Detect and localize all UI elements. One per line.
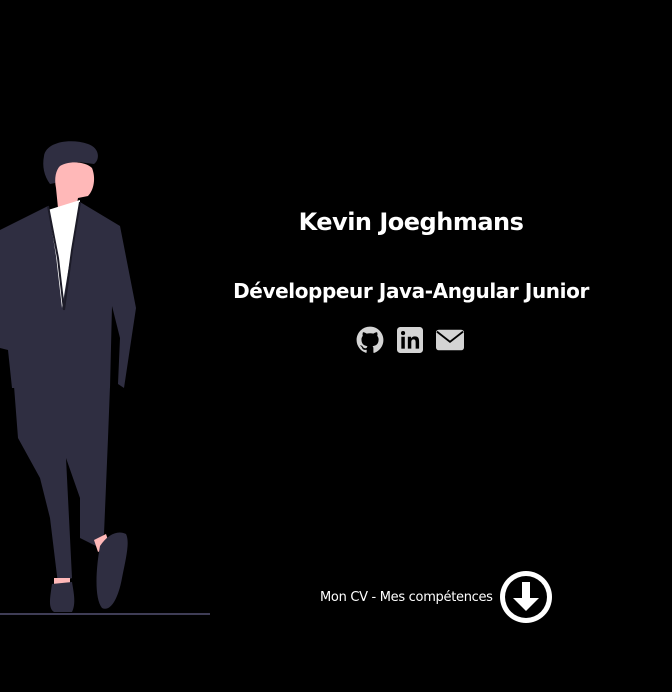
email-link[interactable] [436, 326, 464, 354]
page: Kevin Joeghmans Développeur Java-Angular… [0, 0, 672, 692]
github-link[interactable] [356, 326, 384, 354]
arrow-down-circle-icon[interactable] [499, 570, 553, 624]
social-links [0, 326, 672, 354]
hero-section: Kevin Joeghmans Développeur Java-Angular… [150, 208, 672, 303]
job-title: Développeur Java-Angular Junior [233, 279, 589, 303]
linkedin-link[interactable] [396, 326, 424, 354]
cv-skills-label: Mon CV - Mes compétences [320, 589, 493, 605]
github-icon [356, 326, 384, 353]
page-title: Kevin Joeghmans [298, 208, 524, 236]
envelope-icon [436, 329, 464, 351]
linkedin-icon [397, 327, 423, 353]
cv-skills-link[interactable]: Mon CV - Mes compétences [320, 570, 553, 624]
